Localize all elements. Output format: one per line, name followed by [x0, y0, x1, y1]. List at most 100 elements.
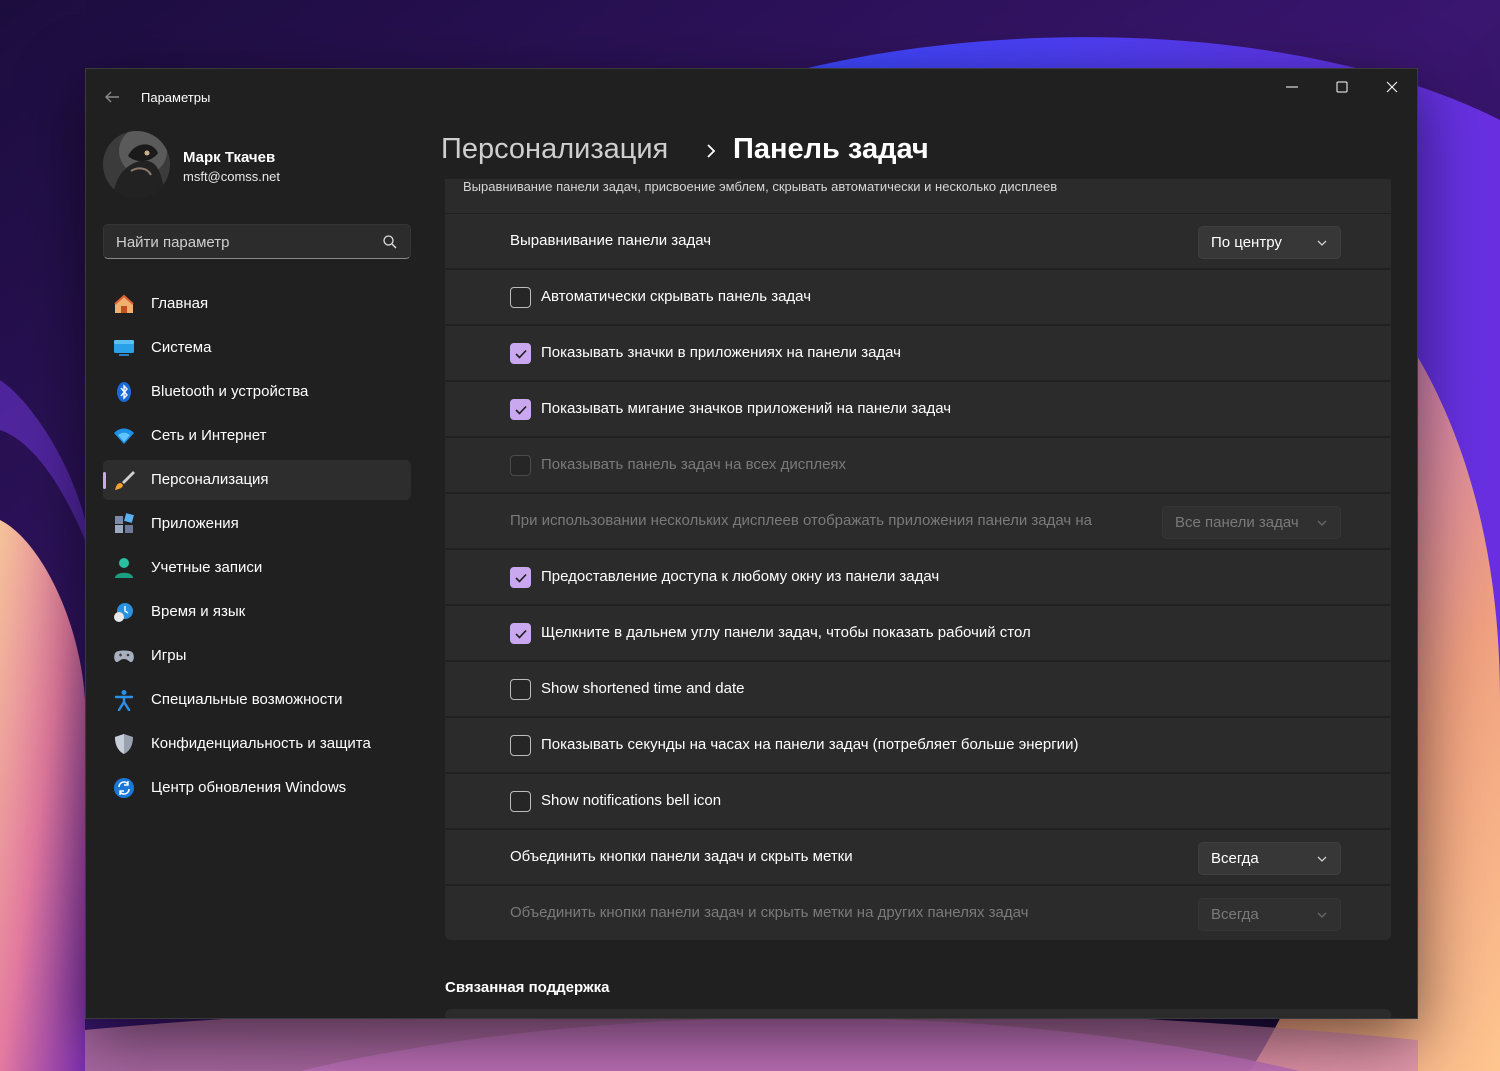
search-placeholder: Найти параметр: [116, 234, 230, 251]
multi-display-dropdown: Все панели задач: [1162, 506, 1341, 539]
sidebar-item-apps[interactable]: Приложения: [103, 504, 411, 544]
avatar[interactable]: [103, 131, 170, 198]
apps-icon: [115, 513, 134, 533]
sidebar-item-accounts[interactable]: Учетные записи: [103, 548, 411, 588]
setting-label: Объединить кнопки панели задач и скрыть …: [510, 848, 853, 865]
user-name: Марк Ткачев: [183, 149, 276, 166]
taskbar-behaviors-header[interactable]: Выравнивание панели задач, присвоение эм…: [445, 179, 1391, 213]
setting-label: Щелкните в дальнем углу панели задач, чт…: [541, 624, 1031, 641]
close-icon: [1386, 81, 1398, 93]
chevron-down-icon: [1317, 520, 1327, 526]
short-time-checkbox[interactable]: [510, 679, 531, 700]
setting-row-share-window: Предоставление доступа к любому окну из …: [445, 550, 1391, 604]
setting-row-corner-desktop: Щелкните в дальнем углу панели задач, чт…: [445, 606, 1391, 660]
title-bar: Параметры: [86, 69, 1417, 125]
badges-checkbox[interactable]: [510, 343, 531, 364]
setting-row-combine-other: Объединить кнопки панели задач и скрыть …: [445, 886, 1391, 940]
sidebar-item-gaming[interactable]: Игры: [103, 636, 411, 676]
minimize-button[interactable]: [1269, 75, 1315, 111]
alignment-dropdown[interactable]: По центру: [1198, 226, 1341, 259]
page-title: Панель задач: [733, 133, 929, 165]
sidebar-item-time-language[interactable]: Время и язык: [103, 592, 411, 632]
maximize-button[interactable]: [1319, 75, 1365, 111]
chevron-right-icon: [707, 144, 716, 158]
chevron-down-icon: [1317, 912, 1327, 918]
search-icon[interactable]: [382, 234, 398, 250]
combine-other-dropdown: Всегда: [1198, 898, 1341, 931]
sidebar-item-windows-update[interactable]: Центр обновления Windows: [103, 768, 411, 808]
home-icon: [114, 294, 134, 313]
brush-icon: [115, 471, 135, 490]
sidebar-item-bluetooth[interactable]: Bluetooth и устройства: [103, 372, 411, 412]
sidebar-item-label: Учетные записи: [151, 559, 263, 576]
chevron-down-icon: [1317, 856, 1327, 862]
all-displays-checkbox: [510, 455, 531, 476]
sidebar-item-system[interactable]: Система: [103, 328, 411, 368]
dropdown-value: По центру: [1211, 234, 1282, 251]
flashing-checkbox[interactable]: [510, 399, 531, 420]
sidebar-item-label: Приложения: [151, 515, 239, 532]
sidebar-item-label: Сеть и Интернет: [151, 427, 267, 444]
chevron-down-icon: [1317, 240, 1327, 246]
minimize-icon: [1286, 86, 1298, 88]
setting-label: При использовании нескольких дисплеев от…: [510, 512, 1093, 529]
sidebar-item-network[interactable]: Сеть и Интернет: [103, 416, 411, 456]
corner-desktop-checkbox[interactable]: [510, 623, 531, 644]
accessibility-icon: [114, 690, 134, 711]
related-support-card[interactable]: [445, 1009, 1391, 1018]
sidebar-item-label: Специальные возможности: [151, 691, 343, 708]
checkmark-icon: [515, 405, 527, 415]
combine-dropdown[interactable]: Всегда: [1198, 842, 1341, 875]
setting-label: Выравнивание панели задач: [510, 232, 712, 249]
setting-row-short-time: Show shortened time and date: [445, 662, 1391, 716]
system-icon: [114, 340, 134, 356]
related-support-title: Связанная поддержка: [445, 979, 610, 996]
bell-icon-checkbox[interactable]: [510, 791, 531, 812]
sidebar-item-label: Игры: [151, 647, 187, 664]
setting-label: Показывать панель задач на всех дисплеях: [541, 456, 847, 473]
group-description: Выравнивание панели задач, присвоение эм…: [463, 179, 1058, 194]
gamepad-icon: [114, 650, 134, 662]
setting-label: Предоставление доступа к любому окну из …: [541, 568, 940, 585]
sidebar-item-personalization[interactable]: Персонализация: [103, 460, 411, 500]
setting-row-bell-icon: Show notifications bell icon: [445, 774, 1391, 828]
setting-row-badges: Показывать значки в приложениях на панел…: [445, 326, 1391, 380]
setting-label: Автоматически скрывать панель задач: [541, 288, 812, 305]
setting-row-flashing: Показывать мигание значков приложений на…: [445, 382, 1391, 436]
checkmark-icon: [515, 349, 527, 359]
setting-label: Показывать секунды на часах на панели за…: [541, 736, 1079, 753]
update-icon: [114, 778, 134, 798]
selection-indicator: [103, 472, 106, 489]
checkmark-icon: [515, 629, 527, 639]
user-photo-icon: [103, 131, 170, 198]
setting-row-seconds: Показывать секунды на часах на панели за…: [445, 718, 1391, 772]
account-icon: [115, 558, 133, 578]
sidebar-item-privacy[interactable]: Конфиденциальность и защита: [103, 724, 411, 764]
sidebar-item-label: Центр обновления Windows: [151, 779, 347, 796]
breadcrumb-parent[interactable]: Персонализация: [441, 133, 668, 166]
setting-label: Show notifications bell icon: [541, 792, 722, 809]
search-input[interactable]: Найти параметр: [103, 224, 411, 259]
sidebar-item-label: Система: [151, 339, 212, 356]
setting-row-alignment: Выравнивание панели задач По центру: [445, 214, 1391, 268]
close-button[interactable]: [1369, 75, 1415, 111]
wifi-icon: [114, 428, 134, 444]
back-button[interactable]: [100, 85, 124, 109]
sidebar-item-label: Время и язык: [151, 603, 246, 620]
sidebar-item-accessibility[interactable]: Специальные возможности: [103, 680, 411, 720]
setting-row-all-displays: Показывать панель задач на всех дисплеях: [445, 438, 1391, 492]
setting-row-multi-display: При использовании нескольких дисплеев от…: [445, 494, 1391, 548]
auto-hide-checkbox[interactable]: [510, 287, 531, 308]
shield-icon: [115, 734, 133, 754]
sidebar-item-home[interactable]: Главная: [103, 284, 411, 324]
checkmark-icon: [515, 573, 527, 583]
sidebar-item-label: Конфиденциальность и защита: [151, 735, 371, 752]
sidebar-item-label: Bluetooth и устройства: [151, 383, 309, 400]
share-window-checkbox[interactable]: [510, 567, 531, 588]
time-language-icon: [114, 603, 133, 622]
bluetooth-icon: [117, 382, 131, 402]
app-title: Параметры: [141, 90, 211, 105]
dropdown-value: Все панели задач: [1175, 514, 1299, 531]
user-email: msft@comss.net: [183, 169, 280, 184]
seconds-checkbox[interactable]: [510, 735, 531, 756]
